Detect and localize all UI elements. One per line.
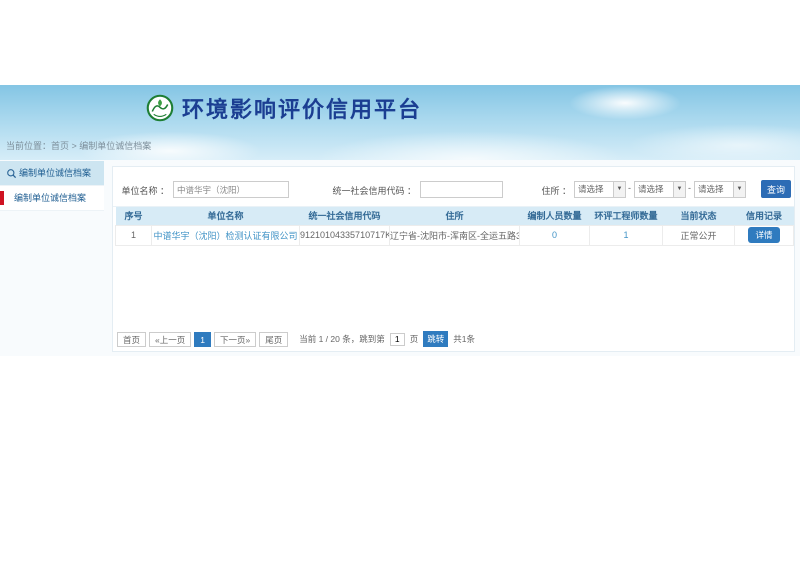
chevron-down-icon: ▼: [673, 182, 685, 197]
col-credit-record: 信用记录: [735, 207, 794, 225]
sidebar-item-unit-credit-archive[interactable]: 编制单位诚信档案: [0, 186, 104, 211]
breadcrumb: 当前位置：首页 > 编制单位诚信档案: [6, 139, 151, 152]
pagination-last-button[interactable]: 尾页: [259, 332, 288, 347]
unit-name-link[interactable]: 中谱华宇（沈阳）检测认证有限公司: [153, 231, 297, 241]
pagination-next-button[interactable]: 下一页»: [214, 332, 256, 347]
credit-code-input[interactable]: [420, 181, 503, 198]
cell-index: 1: [116, 225, 152, 245]
unit-name-label: 单位名称 ：: [119, 183, 169, 199]
address-select-city[interactable]: 请选择 ▼: [634, 181, 686, 198]
col-index: 序号: [116, 207, 152, 225]
address-select-district[interactable]: 请选择 ▼: [694, 181, 746, 198]
cell-address: 辽宁省-沈阳市-浑南区-全运五路35-1号楼902: [390, 225, 520, 245]
pagination: 首页 «上一页 1 下一页» 尾页 当前 1 / 20 条，跳到第 页 跳转 共…: [117, 331, 475, 347]
mee-logo-icon: [146, 94, 174, 122]
search-button[interactable]: 查询: [761, 180, 791, 198]
select-separator: -: [628, 183, 631, 193]
person-search-icon: [6, 168, 17, 179]
cell-status: 正常公开: [663, 225, 735, 245]
engineer-count-link[interactable]: 1: [623, 230, 628, 240]
address-select-province[interactable]: 请选择 ▼: [574, 181, 626, 198]
credit-code-label: 统一社会信用代码 ：: [326, 183, 416, 199]
table-header-row: 序号 单位名称 统一社会信用代码 住所 编制人员数量 环评工程师数量 当前状态 …: [116, 207, 794, 225]
page-jump-button[interactable]: 跳转: [423, 331, 448, 347]
results-table: 序号 单位名称 统一社会信用代码 住所 编制人员数量 环评工程师数量 当前状态 …: [115, 207, 794, 246]
col-engineer-count: 环评工程师数量: [590, 207, 663, 225]
chevron-down-icon: ▼: [613, 182, 625, 197]
pagination-first-button[interactable]: 首页: [117, 332, 146, 347]
address-label: 住所 ：: [535, 183, 571, 199]
cell-unit-name: 中谱华宇（沈阳）检测认证有限公司: [152, 225, 300, 245]
col-unit-name: 单位名称: [152, 207, 300, 225]
sidebar-item-label: 编制单位诚信档案: [0, 186, 86, 211]
cell-staff-count: 0: [520, 225, 590, 245]
pagination-info: 当前 1 / 20 条，跳到第: [299, 333, 385, 345]
cell-engineer-count: 1: [590, 225, 663, 245]
page-title: 环境影响评价信用平台: [182, 92, 422, 124]
col-credit-code: 统一社会信用代码: [300, 207, 390, 225]
sidebar-item-unit-credit-archive-active[interactable]: 编制单位诚信档案: [0, 161, 104, 186]
cell-credit-record: 详情: [735, 225, 794, 245]
brand: 环境影响评价信用平台: [146, 92, 422, 124]
pagination-page-word: 页: [410, 333, 419, 345]
staff-count-link[interactable]: 0: [552, 230, 557, 240]
col-status: 当前状态: [663, 207, 735, 225]
header-band: 环境影响评价信用平台 当前位置：首页 > 编制单位诚信档案: [0, 85, 800, 160]
chevron-down-icon: ▼: [733, 182, 745, 197]
pagination-page-1-button[interactable]: 1: [194, 332, 211, 347]
cell-credit-code: 91210104335710717K: [300, 225, 390, 245]
pagination-prev-button[interactable]: «上一页: [149, 332, 191, 347]
main-panel: 单位名称 ： 统一社会信用代码 ： 住所 ： 请选择 ▼ - 请选择 ▼ - 请…: [112, 166, 795, 352]
col-staff-count: 编制人员数量: [520, 207, 590, 225]
col-address: 住所: [390, 207, 520, 225]
select-separator: -: [688, 183, 691, 193]
page: 环境影响评价信用平台 当前位置：首页 > 编制单位诚信档案 编制单位诚信档案 编…: [0, 0, 800, 565]
sidebar: 编制单位诚信档案 编制单位诚信档案: [0, 161, 104, 211]
page-jump-input[interactable]: [390, 333, 405, 346]
red-marker: [0, 191, 4, 205]
table-row: 1 中谱华宇（沈阳）检测认证有限公司 91210104335710717K 辽宁…: [116, 225, 794, 245]
detail-button[interactable]: 详情: [748, 227, 779, 243]
pagination-total: 共1条: [453, 333, 475, 345]
unit-name-input[interactable]: [173, 181, 289, 198]
